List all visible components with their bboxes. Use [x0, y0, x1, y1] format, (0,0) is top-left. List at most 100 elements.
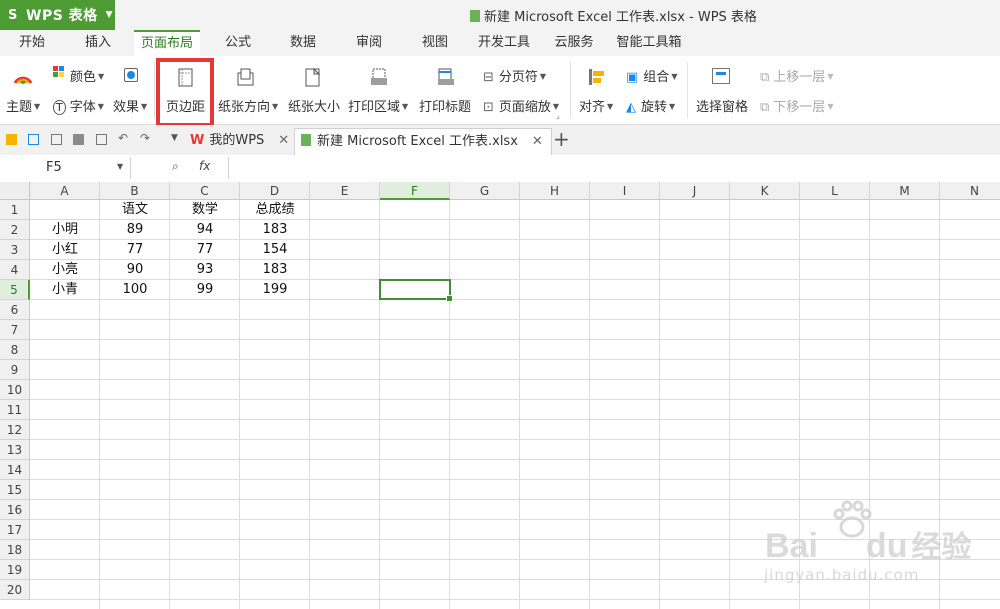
group-button[interactable]: ▣ 组合 ▼	[626, 66, 677, 85]
paper-size-button[interactable]: 纸张大小	[288, 96, 340, 115]
row-header-2[interactable]: 2	[0, 220, 30, 240]
column-header-e[interactable]: E	[310, 182, 380, 200]
table-cell[interactable]: 183	[240, 260, 310, 280]
row-header-6[interactable]: 6	[0, 300, 30, 320]
open-icon[interactable]	[6, 134, 17, 145]
column-header-b[interactable]: B	[100, 182, 170, 200]
print-titles-button[interactable]: 打印标题	[419, 96, 471, 115]
tab-data[interactable]: 数据	[279, 30, 327, 56]
row-header-4[interactable]: 4	[0, 260, 30, 280]
table-cell[interactable]: 小青	[30, 280, 100, 300]
row-header-17[interactable]: 17	[0, 520, 30, 540]
row-header-8[interactable]: 8	[0, 340, 30, 360]
column-header-n[interactable]: N	[940, 182, 1000, 200]
colors-button[interactable]: 颜色 ▼	[70, 66, 104, 85]
selection-pane-button[interactable]: 选择窗格	[696, 96, 748, 115]
doc-tab-workbook[interactable]: 新建 Microsoft Excel 工作表.xlsx ✕	[294, 128, 552, 155]
table-cell[interactable]: 183	[240, 220, 310, 240]
add-tab-button[interactable]: +	[553, 127, 570, 151]
active-cell-selection[interactable]	[379, 279, 453, 302]
page-setup-launcher-icon[interactable]: ⌟	[556, 111, 560, 120]
column-header-l[interactable]: L	[800, 182, 870, 200]
page-break-button[interactable]: ⊟ 分页符 ▼	[483, 66, 546, 85]
tab-smart-tools[interactable]: 智能工具箱	[612, 30, 686, 56]
name-box[interactable]: F5 ▼	[0, 157, 131, 179]
align-button[interactable]: 对齐 ▼	[579, 96, 613, 115]
fill-handle[interactable]	[446, 295, 453, 302]
tab-list-dropdown-icon[interactable]: ▼	[171, 133, 178, 143]
app-menu-button[interactable]: S WPS 表格 ▼	[0, 0, 115, 30]
row-header-1[interactable]: 1	[0, 200, 30, 220]
print-area-button[interactable]: 打印区域 ▼	[348, 96, 408, 115]
orientation-button[interactable]: 纸张方向 ▼	[218, 96, 278, 115]
column-header-a[interactable]: A	[30, 182, 100, 200]
print-preview-icon[interactable]	[96, 134, 107, 145]
row-header-13[interactable]: 13	[0, 440, 30, 460]
tab-formulas[interactable]: 公式	[214, 30, 262, 56]
tab-developer[interactable]: 开发工具	[470, 30, 538, 56]
table-cell[interactable]: 90	[100, 260, 170, 280]
row-header-16[interactable]: 16	[0, 500, 30, 520]
close-icon[interactable]: ✕	[278, 133, 289, 148]
column-header-k[interactable]: K	[730, 182, 800, 200]
row-header-7[interactable]: 7	[0, 320, 30, 340]
save-icon[interactable]	[28, 134, 39, 145]
table-cell[interactable]: 小亮	[30, 260, 100, 280]
column-header-d[interactable]: D	[240, 182, 310, 200]
tab-page-layout[interactable]: 页面布局	[134, 30, 200, 56]
export-pdf-icon[interactable]	[51, 134, 62, 145]
close-icon[interactable]: ✕	[532, 134, 543, 149]
column-header-f[interactable]: F	[380, 182, 450, 200]
select-all-corner[interactable]	[0, 182, 30, 200]
table-cell[interactable]: 94	[170, 220, 240, 240]
rotate-button[interactable]: ◭ 旋转 ▼	[626, 96, 675, 115]
table-cell[interactable]: 100	[100, 280, 170, 300]
table-cell[interactable]: 小红	[30, 240, 100, 260]
tab-review[interactable]: 审阅	[345, 30, 393, 56]
row-header-10[interactable]: 10	[0, 380, 30, 400]
print-icon[interactable]	[73, 134, 84, 145]
page-scale-button[interactable]: ⊡ 页面缩放 ▼	[483, 96, 559, 115]
redo-icon[interactable]: ↷	[140, 131, 150, 145]
table-cell[interactable]: 99	[170, 280, 240, 300]
column-header-c[interactable]: C	[170, 182, 240, 200]
row-header-12[interactable]: 12	[0, 420, 30, 440]
cell-header[interactable]: 数学	[170, 200, 240, 220]
row-header-20[interactable]: 20	[0, 580, 30, 600]
send-backward-button[interactable]: ⧉ 下移一层 ▼	[760, 96, 833, 115]
column-header-i[interactable]: I	[590, 182, 660, 200]
table-cell[interactable]: 小明	[30, 220, 100, 240]
table-cell[interactable]: 77	[100, 240, 170, 260]
table-cell[interactable]: 77	[170, 240, 240, 260]
zoom-search-icon[interactable]: ⌕	[172, 159, 179, 174]
formula-input[interactable]	[228, 157, 1000, 179]
row-header-15[interactable]: 15	[0, 480, 30, 500]
column-header-h[interactable]: H	[520, 182, 590, 200]
table-cell[interactable]: 93	[170, 260, 240, 280]
chevron-down-icon[interactable]: ▼	[117, 162, 123, 171]
column-header-m[interactable]: M	[870, 182, 940, 200]
tab-view[interactable]: 视图	[411, 30, 459, 56]
bring-forward-button[interactable]: ⧉ 上移一层 ▼	[760, 66, 833, 85]
fonts-button[interactable]: T 字体 ▼	[53, 96, 104, 115]
theme-button[interactable]: 主题 ▼	[6, 96, 40, 115]
row-header-9[interactable]: 9	[0, 360, 30, 380]
table-cell[interactable]: 89	[100, 220, 170, 240]
table-cell[interactable]: 199	[240, 280, 310, 300]
table-cell[interactable]: 154	[240, 240, 310, 260]
doc-tab-my-wps[interactable]: W 我的WPS ✕	[190, 128, 289, 153]
function-icon[interactable]: fx	[199, 159, 210, 173]
row-header-3[interactable]: 3	[0, 240, 30, 260]
undo-icon[interactable]: ↶	[118, 131, 128, 145]
effects-button[interactable]: 效果 ▼	[113, 96, 147, 115]
row-header-5[interactable]: 5	[0, 280, 30, 300]
tab-cloud[interactable]: 云服务	[548, 30, 600, 56]
column-header-j[interactable]: J	[660, 182, 730, 200]
row-header-19[interactable]: 19	[0, 560, 30, 580]
cell-header[interactable]: 总成绩	[240, 200, 310, 220]
cell-header[interactable]: 语文	[100, 200, 170, 220]
row-header-14[interactable]: 14	[0, 460, 30, 480]
row-header-11[interactable]: 11	[0, 400, 30, 420]
tab-insert[interactable]: 插入	[74, 30, 122, 56]
tab-home[interactable]: 开始	[8, 30, 56, 56]
